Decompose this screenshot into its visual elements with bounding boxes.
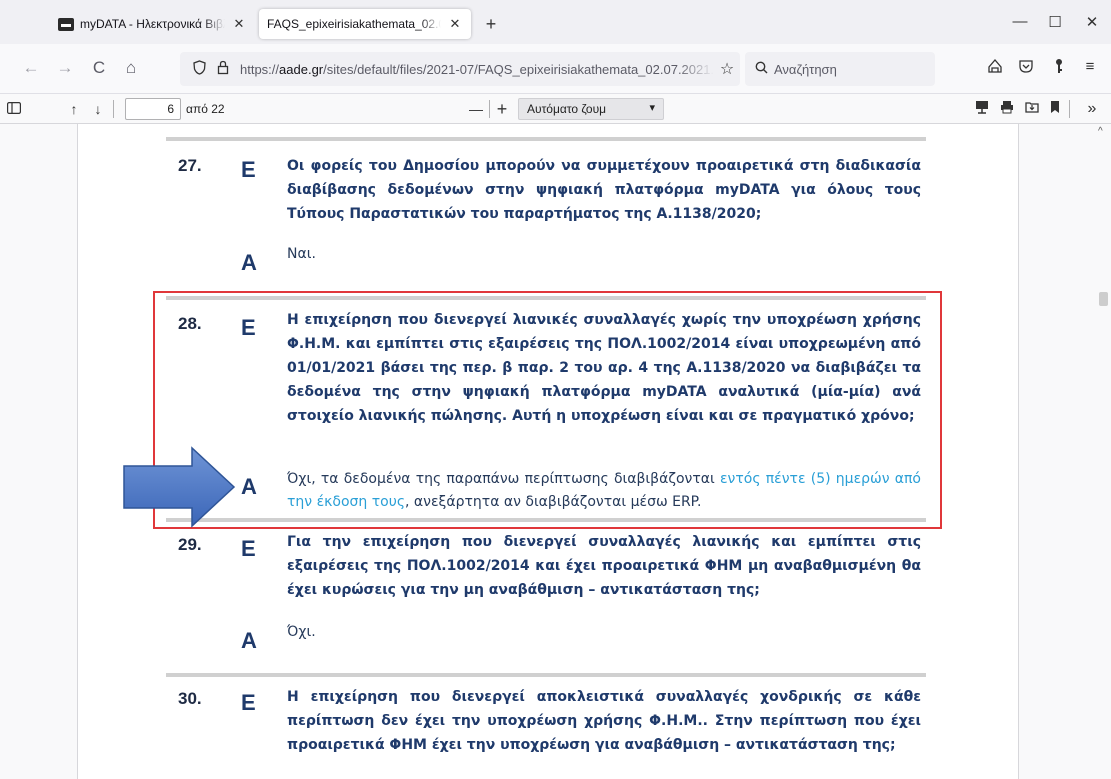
- tab-strip: myDATA - Ηλεκτρονικά Βιβλία / Ε ✕ FAQS_e…: [0, 0, 1111, 44]
- bookmark-star-icon[interactable]: ☆: [714, 59, 740, 79]
- faq-question: Οι φορείς του Δημοσίου μπορούν να συμμετ…: [287, 158, 921, 222]
- next-page-button[interactable]: ↓: [88, 99, 108, 119]
- close-window-button[interactable]: ✕: [1082, 13, 1102, 31]
- account-icon[interactable]: [985, 58, 1005, 78]
- search-placeholder: Αναζήτηση: [774, 61, 837, 77]
- zoom-out-button[interactable]: —: [466, 99, 486, 119]
- zoom-in-button[interactable]: +: [492, 99, 512, 119]
- pdf-toolbar: ↑ ↓ 6 από 22 — + Αυτόματο ζουμ ▾ »: [0, 94, 1111, 124]
- app-menu-button[interactable]: ≡: [1080, 58, 1100, 75]
- toolbar-separator: [113, 100, 114, 118]
- faq-separator: [166, 518, 926, 522]
- url-text[interactable]: https://aade.gr/sites/default/files/2021…: [240, 62, 714, 77]
- pdf-viewer: 27. Ε Οι φορείς του Δημοσίου μπορούν να …: [0, 124, 1111, 779]
- faq-separator: [166, 137, 926, 141]
- previous-page-button[interactable]: ↑: [64, 99, 84, 119]
- back-button[interactable]: ←: [20, 58, 42, 78]
- tracking-shield-icon[interactable]: [190, 60, 208, 78]
- question-marker: Ε: [241, 690, 256, 715]
- nav-bar: ← → C ⌂ https://aade.gr/sites/default/fi…: [0, 44, 1111, 94]
- home-button[interactable]: ⌂: [120, 58, 142, 78]
- tab-faqs-pdf[interactable]: FAQS_epixeirisiakathemata_02.07.2021 ✕: [259, 9, 471, 39]
- chevron-down-icon: ▾: [649, 102, 655, 114]
- lock-icon[interactable]: [214, 60, 232, 78]
- scrollbar[interactable]: ^: [1096, 124, 1111, 779]
- answer-marker: Α: [241, 250, 257, 275]
- page-number-input[interactable]: 6: [125, 98, 181, 120]
- reload-button[interactable]: C: [88, 58, 110, 78]
- minimize-button[interactable]: —: [1010, 13, 1030, 30]
- extension-key-icon[interactable]: [1049, 58, 1069, 78]
- maximize-button[interactable]: ☐: [1045, 13, 1065, 31]
- print-icon[interactable]: [997, 99, 1017, 119]
- pocket-icon[interactable]: [1016, 58, 1036, 78]
- tab-close-icon[interactable]: ✕: [231, 16, 247, 32]
- aade-favicon-icon: [58, 17, 74, 31]
- page-count: από 22: [186, 102, 225, 116]
- forward-button[interactable]: →: [54, 58, 76, 78]
- faq-number: 30.: [178, 689, 202, 708]
- zoom-value: Αυτόματο ζουμ: [527, 102, 607, 116]
- tab-mydata[interactable]: myDATA - Ηλεκτρονικά Βιβλία / Ε ✕: [50, 9, 255, 39]
- answer-marker: Α: [241, 628, 257, 653]
- search-icon: [755, 61, 768, 77]
- tab-title: FAQS_epixeirisiakathemata_02.07.2021: [267, 17, 441, 31]
- question-marker: Ε: [241, 157, 256, 182]
- faq-number: 29.: [178, 535, 202, 554]
- tools-more-button[interactable]: »: [1082, 99, 1102, 119]
- highlight-box: [153, 291, 942, 529]
- pointer-arrow-icon: [123, 446, 236, 528]
- presentation-mode-icon[interactable]: [972, 99, 992, 119]
- faq-question: Για την επιχείρηση που διενεργεί συναλλα…: [287, 534, 921, 598]
- search-input[interactable]: Αναζήτηση: [745, 52, 935, 86]
- faq-number: 27.: [178, 156, 202, 175]
- faq-answer: Ναι.: [287, 246, 316, 262]
- scroll-up-icon[interactable]: ^: [1098, 126, 1103, 137]
- tab-title: myDATA - Ηλεκτρονικά Βιβλία / Ε: [80, 17, 225, 31]
- scrollbar-thumb[interactable]: [1099, 292, 1108, 306]
- bookmark-icon[interactable]: [1045, 99, 1065, 119]
- toolbar-separator: [489, 100, 490, 118]
- sidebar-toggle-icon[interactable]: [4, 99, 24, 119]
- toolbar-separator: [1069, 100, 1070, 118]
- tab-close-icon[interactable]: ✕: [447, 16, 463, 32]
- faq-question: Η επιχείρηση που διενεργεί αποκλειστικά …: [287, 689, 921, 753]
- question-marker: Ε: [241, 536, 256, 561]
- new-tab-button[interactable]: +: [481, 14, 501, 35]
- faq-separator: [166, 673, 926, 677]
- zoom-select[interactable]: Αυτόματο ζουμ ▾: [518, 98, 664, 120]
- url-bar[interactable]: https://aade.gr/sites/default/files/2021…: [180, 52, 740, 86]
- save-icon[interactable]: [1022, 99, 1042, 119]
- faq-answer: Όχι.: [287, 624, 316, 640]
